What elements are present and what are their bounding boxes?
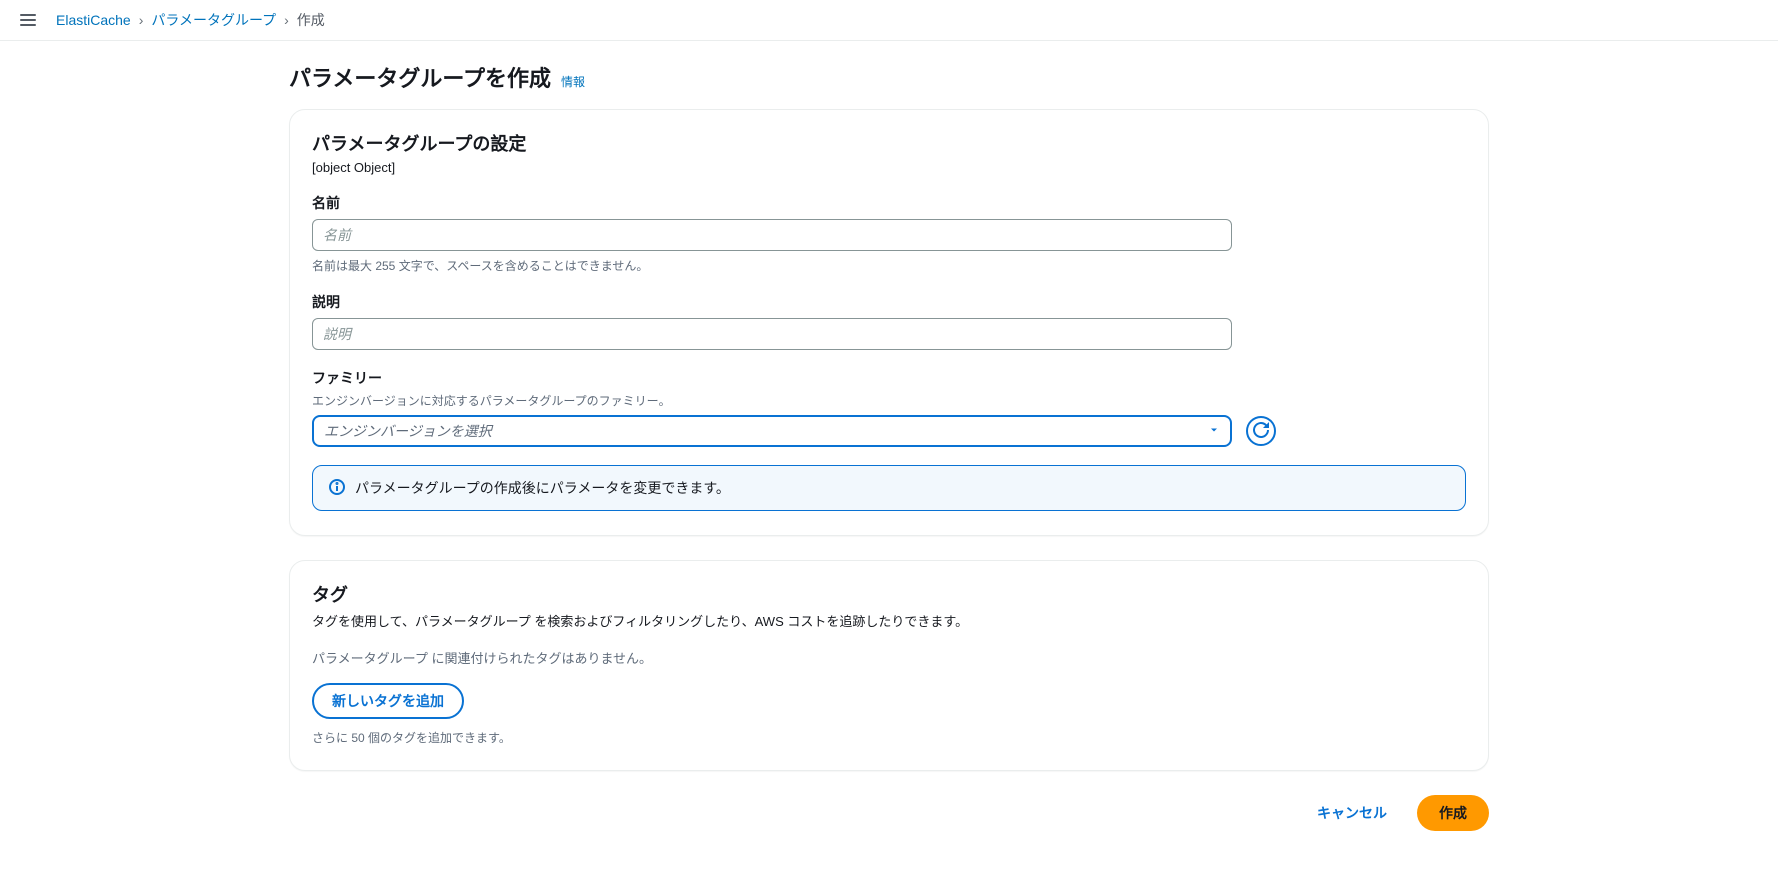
- family-select-placeholder: エンジンバージョンを選択: [324, 421, 492, 441]
- name-label: 名前: [312, 193, 1466, 213]
- tags-panel-title: タグ: [312, 581, 1466, 607]
- chevron-right-icon: ›: [284, 12, 289, 28]
- menu-icon[interactable]: [16, 10, 40, 30]
- tags-panel: タグ タグを使用して、パラメータグループ を検索およびフィルタリングしたり、AW…: [289, 560, 1489, 771]
- refresh-icon: [1253, 422, 1269, 441]
- description-field-group: 説明: [312, 292, 1466, 350]
- info-alert-text: パラメータグループの作成後にパラメータを変更できます。: [355, 478, 730, 498]
- page-title: パラメータグループを作成: [289, 61, 551, 93]
- caret-down-icon: [1208, 423, 1220, 439]
- settings-panel-title: パラメータグループの設定: [312, 130, 1466, 156]
- family-sublabel: エンジンバージョンに対応するパラメータグループのファミリー。: [312, 392, 1466, 409]
- settings-panel: パラメータグループの設定 [object Object] 名前 名前は最大 25…: [289, 109, 1489, 536]
- create-button[interactable]: 作成: [1417, 795, 1489, 831]
- breadcrumb-current: 作成: [297, 10, 325, 30]
- info-icon: [329, 479, 345, 498]
- family-field-group: ファミリー エンジンバージョンに対応するパラメータグループのファミリー。 エンジ…: [312, 368, 1466, 447]
- tags-panel-description: タグを使用して、パラメータグループ を検索およびフィルタリングしたり、AWS コ…: [312, 611, 1466, 630]
- chevron-right-icon: ›: [139, 12, 144, 28]
- tags-empty-text: パラメータグループ に関連付けられたタグはありません。: [312, 648, 1466, 667]
- add-tag-button[interactable]: 新しいタグを追加: [312, 683, 464, 719]
- footer-actions: キャンセル 作成: [289, 795, 1489, 831]
- cancel-button[interactable]: キャンセル: [1299, 795, 1405, 831]
- description-label: 説明: [312, 292, 1466, 312]
- refresh-button[interactable]: [1246, 416, 1276, 446]
- family-label: ファミリー: [312, 368, 1466, 388]
- breadcrumb-link-parameter-groups[interactable]: パラメータグループ: [151, 10, 276, 30]
- description-input[interactable]: [312, 318, 1232, 350]
- top-bar: ElastiCache › パラメータグループ › 作成: [0, 0, 1778, 41]
- info-alert: パラメータグループの作成後にパラメータを変更できます。: [312, 465, 1466, 511]
- info-link[interactable]: 情報: [561, 73, 585, 90]
- tags-remaining-hint: さらに 50 個のタグを追加できます。: [312, 729, 1466, 746]
- family-select[interactable]: エンジンバージョンを選択: [312, 415, 1232, 447]
- settings-panel-description: [object Object]: [312, 160, 1466, 175]
- breadcrumb-link-elasticache[interactable]: ElastiCache: [56, 12, 131, 28]
- name-input[interactable]: [312, 219, 1232, 251]
- page-header: パラメータグループを作成 情報: [289, 61, 1489, 93]
- breadcrumb: ElastiCache › パラメータグループ › 作成: [56, 10, 325, 30]
- name-hint: 名前は最大 255 文字で、スペースを含めることはできません。: [312, 257, 1466, 274]
- name-field-group: 名前 名前は最大 255 文字で、スペースを含めることはできません。: [312, 193, 1466, 274]
